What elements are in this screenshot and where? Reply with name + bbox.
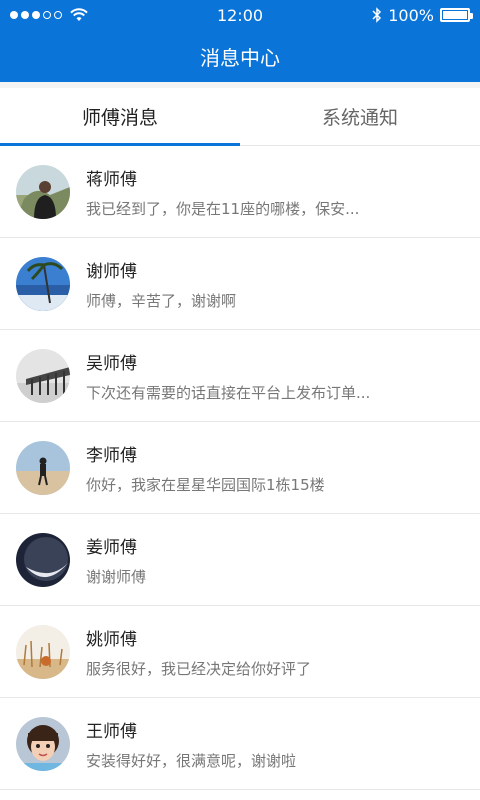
list-item[interactable]: 姜师傅 谢谢师傅 — [0, 514, 480, 606]
contact-name: 蒋师傅 — [86, 169, 137, 190]
list-item[interactable]: 谢师傅 师傅，辛苦了，谢谢啊 — [0, 238, 480, 330]
list-item[interactable]: 王师傅 安装得好好，很满意呢，谢谢啦 — [0, 698, 480, 790]
message-list: 蒋师傅 我已经到了，你是在11座的哪楼，保安... 谢师傅 师傅，辛苦了，谢谢啊 — [0, 146, 480, 800]
moon-avatar-image — [16, 532, 70, 587]
wifi-icon — [70, 8, 88, 21]
message-preview: 服务很好，我已经决定给你好评了 — [86, 659, 312, 678]
tab-system-notifications[interactable]: 系统通知 — [240, 88, 480, 145]
child-avatar-image — [16, 716, 70, 771]
pier-avatar-image — [16, 348, 70, 403]
contact-name: 谢师傅 — [86, 261, 137, 282]
list-item[interactable]: 姚师傅 服务很好，我已经决定给你好评了 — [0, 606, 480, 698]
contact-name: 李师傅 — [86, 445, 137, 466]
contact-name: 姚师傅 — [86, 629, 137, 650]
message-preview: 谢谢师傅 — [86, 567, 147, 586]
message-preview: 我已经到了，你是在11座的哪楼，保安... — [86, 199, 360, 218]
avatar — [16, 532, 70, 587]
avatar — [16, 440, 70, 495]
field-avatar-image — [16, 624, 70, 679]
page-title: 消息中心 — [0, 30, 480, 82]
avatar — [16, 624, 70, 679]
battery-icon — [440, 8, 473, 22]
bluetooth-icon — [372, 7, 382, 23]
battery-percent: 100% — [388, 5, 434, 25]
contact-name: 吴师傅 — [86, 353, 137, 374]
status-bar: 12:00 100% — [0, 0, 480, 30]
avatar — [16, 256, 70, 311]
list-item[interactable]: 李师傅 你好，我家在星星华园国际1栋15楼 — [0, 422, 480, 514]
person-avatar-image — [16, 164, 70, 219]
beach-person-avatar-image — [16, 440, 70, 495]
signal-strength-icon — [10, 11, 62, 19]
contact-name: 王师傅 — [86, 721, 137, 742]
avatar — [16, 164, 70, 219]
list-item[interactable]: 吴师傅 下次还有需要的话直接在平台上发布订单... — [0, 330, 480, 422]
avatar — [16, 348, 70, 403]
tab-master-messages[interactable]: 师傅消息 — [0, 88, 240, 146]
avatar — [16, 716, 70, 771]
list-item[interactable]: 蒋师傅 我已经到了，你是在11座的哪楼，保安... — [0, 146, 480, 238]
contact-name: 姜师傅 — [86, 537, 137, 558]
message-preview: 师傅，辛苦了，谢谢啊 — [86, 291, 237, 310]
beach-avatar-image — [16, 256, 70, 311]
message-preview: 下次还有需要的话直接在平台上发布订单... — [86, 383, 371, 402]
message-preview: 你好，我家在星星华园国际1栋15楼 — [86, 475, 325, 494]
message-preview: 安装得好好，很满意呢，谢谢啦 — [86, 751, 297, 770]
tab-bar: 师傅消息 系统通知 — [0, 88, 480, 146]
